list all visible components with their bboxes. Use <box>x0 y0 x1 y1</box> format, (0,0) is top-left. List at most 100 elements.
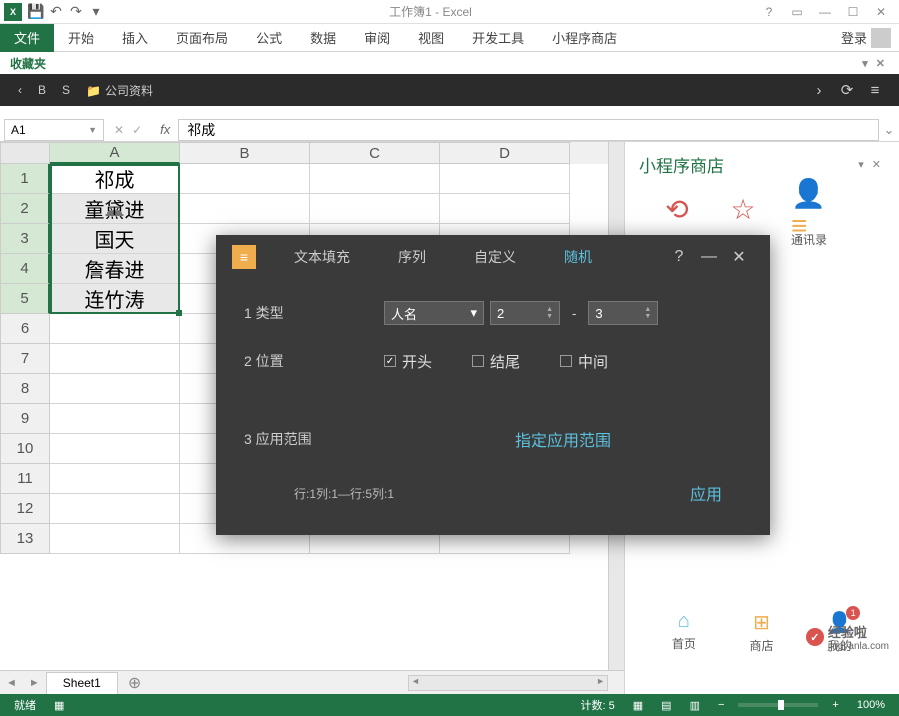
col-header-A[interactable]: A <box>50 142 180 164</box>
range-from-input[interactable]: 2 ▲▼ <box>490 301 560 325</box>
row-header[interactable]: 5 <box>0 284 50 314</box>
dialog-minimize-icon[interactable]: — <box>694 248 724 266</box>
apply-button[interactable]: 应用 <box>690 481 722 505</box>
tab-layout[interactable]: 页面布局 <box>162 24 242 52</box>
dialog-tab-random[interactable]: 随机 <box>540 247 616 267</box>
namebox-dropdown-icon[interactable]: ▼ <box>88 125 97 135</box>
undo-icon[interactable]: ↶ <box>46 2 66 22</box>
checkbox-end[interactable]: 结尾 <box>472 351 520 372</box>
row-header[interactable]: 13 <box>0 524 50 554</box>
cell[interactable] <box>180 194 310 224</box>
maximize-button[interactable]: ☐ <box>839 2 867 22</box>
minimize-button[interactable]: — <box>811 2 839 22</box>
sheet-nav-next-icon[interactable]: ► <box>23 677 46 689</box>
cell[interactable] <box>310 194 440 224</box>
cell[interactable] <box>50 314 180 344</box>
view-normal-icon[interactable]: ▦ <box>629 699 647 712</box>
row-header[interactable]: 3 <box>0 224 50 254</box>
row-header[interactable]: 11 <box>0 464 50 494</box>
col-header-C[interactable]: C <box>310 142 440 164</box>
nav-store[interactable]: ⊞ 商店 <box>750 610 774 654</box>
row-header[interactable]: 10 <box>0 434 50 464</box>
help-icon[interactable]: ? <box>755 2 783 22</box>
macro-record-icon[interactable]: ▦ <box>50 699 68 712</box>
sidepanel-close-icon[interactable]: ✕ <box>868 158 885 171</box>
tab-file[interactable]: 文件 <box>0 24 54 52</box>
fx-icon[interactable]: fx <box>152 122 178 137</box>
menu-icon[interactable]: ≡ <box>861 82 889 99</box>
checkbox-start[interactable]: 开头 <box>384 351 432 372</box>
cell[interactable]: 詹春进 <box>50 254 180 284</box>
cell[interactable] <box>440 194 570 224</box>
fav-close-icon[interactable]: ✕ <box>872 57 889 70</box>
view-layout-icon[interactable]: ▤ <box>657 699 675 712</box>
type-select[interactable]: 人名 ▾ <box>384 301 484 325</box>
cell[interactable] <box>50 494 180 524</box>
col-header-D[interactable]: D <box>440 142 570 164</box>
sheet-tab[interactable]: Sheet1 <box>46 672 118 694</box>
path-folder[interactable]: 📁公司资料 <box>78 82 161 99</box>
tab-home[interactable]: 开始 <box>54 24 108 52</box>
row-header[interactable]: 12 <box>0 494 50 524</box>
cell[interactable] <box>50 374 180 404</box>
dialog-header[interactable]: ≡ 文本填充 序列 自定义 随机 ? — ✕ <box>216 235 770 279</box>
tab-data[interactable]: 数据 <box>296 24 350 52</box>
back-icon[interactable]: ‹ <box>10 83 30 97</box>
refresh-icon[interactable]: ⟳ <box>833 81 861 99</box>
login-button[interactable]: 登录 <box>833 28 899 48</box>
sheet-nav-prev-icon[interactable]: ◄ <box>0 677 23 689</box>
select-all-corner[interactable] <box>0 142 50 164</box>
tab-developer[interactable]: 开发工具 <box>458 24 538 52</box>
row-header[interactable]: 8 <box>0 374 50 404</box>
close-button[interactable]: ✕ <box>867 2 895 22</box>
fav-dropdown-icon[interactable]: ▾ <box>858 57 872 70</box>
cancel-formula-icon[interactable]: ✕ <box>114 123 124 137</box>
add-sheet-button[interactable]: ⊕ <box>118 673 151 693</box>
sidepanel-dropdown-icon[interactable]: ▾ <box>854 158 868 171</box>
cell[interactable]: 国天 <box>50 224 180 254</box>
row-header[interactable]: 6 <box>0 314 50 344</box>
cell[interactable] <box>50 434 180 464</box>
zoom-in-button[interactable]: + <box>828 699 842 711</box>
dialog-help-icon[interactable]: ? <box>664 248 694 266</box>
row-header[interactable]: 4 <box>0 254 50 284</box>
row-header[interactable]: 1 <box>0 164 50 194</box>
specify-range-link[interactable]: 指定应用范围 <box>515 433 611 450</box>
dialog-tab-seq[interactable]: 序列 <box>374 247 450 267</box>
ribbon-options-icon[interactable]: ▭ <box>783 2 811 22</box>
col-header-B[interactable]: B <box>180 142 310 164</box>
dialog-close-icon[interactable]: ✕ <box>724 247 754 267</box>
horizontal-scrollbar[interactable] <box>408 675 608 691</box>
spinner-icon[interactable]: ▲▼ <box>546 306 553 320</box>
cell[interactable]: 祁成 <box>50 164 180 194</box>
dialog-tab-custom[interactable]: 自定义 <box>450 247 540 267</box>
cell[interactable] <box>50 404 180 434</box>
zoom-level[interactable]: 100% <box>853 699 889 711</box>
range-to-input[interactable]: 3 ▲▼ <box>588 301 658 325</box>
forward-icon[interactable]: › <box>805 82 833 99</box>
zoom-out-button[interactable]: − <box>714 699 728 711</box>
checkbox-middle[interactable]: 中间 <box>560 351 608 372</box>
cell[interactable]: 连竹涛 <box>50 284 180 314</box>
tab-appstore[interactable]: 小程序商店 <box>538 24 631 52</box>
path-s[interactable]: S <box>54 83 78 97</box>
spinner-icon[interactable]: ▲▼ <box>644 306 651 320</box>
cell[interactable] <box>440 164 570 194</box>
tab-review[interactable]: 审阅 <box>350 24 404 52</box>
tab-formulas[interactable]: 公式 <box>242 24 296 52</box>
row-header[interactable]: 7 <box>0 344 50 374</box>
formula-input[interactable]: 祁成 <box>178 119 879 141</box>
tab-insert[interactable]: 插入 <box>108 24 162 52</box>
cell[interactable]: 童黛进 <box>50 194 180 224</box>
nav-home[interactable]: ⌂ 首页 <box>672 610 696 654</box>
dialog-tab-fill[interactable]: 文本填充 <box>270 247 374 267</box>
accept-formula-icon[interactable]: ✓ <box>132 123 142 137</box>
cell[interactable] <box>50 344 180 374</box>
path-b[interactable]: B <box>30 83 54 97</box>
redo-icon[interactable]: ↷ <box>66 2 86 22</box>
app-contacts[interactable]: 👤≡ 通讯录 <box>791 191 827 248</box>
cell[interactable] <box>180 164 310 194</box>
name-box[interactable]: A1 ▼ <box>4 119 104 141</box>
row-header[interactable]: 2 <box>0 194 50 224</box>
view-pagebreak-icon[interactable]: ▥ <box>686 699 704 712</box>
